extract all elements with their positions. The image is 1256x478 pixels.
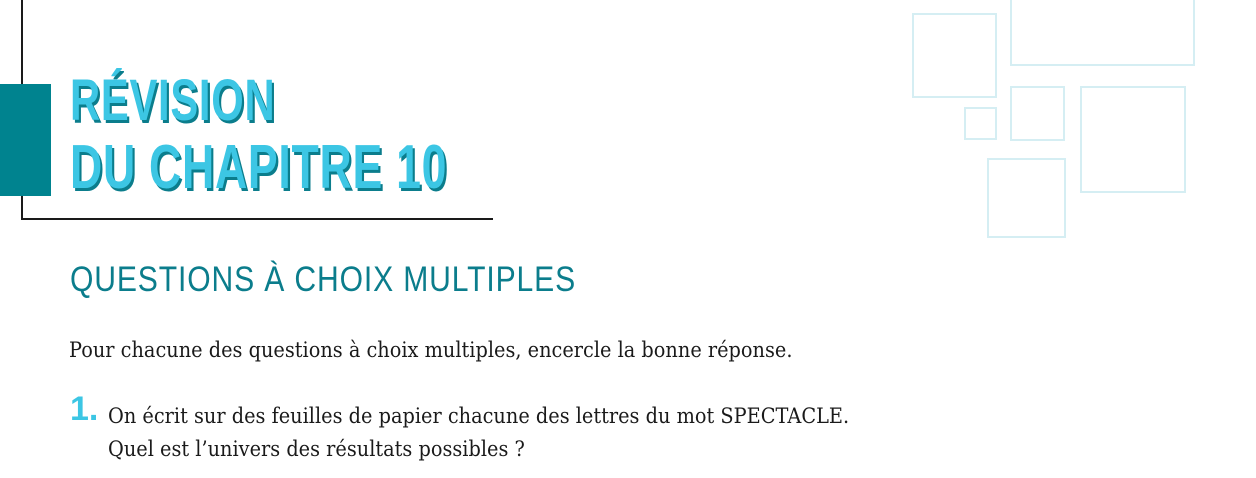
question-text-line-2: Quel est l’univers des résultats possibl…	[108, 437, 525, 461]
header-frame-horizontal-line	[21, 218, 493, 220]
chapter-title-line-2: DU CHAPITRE 10	[70, 133, 448, 202]
decor-square	[987, 158, 1066, 238]
question-text-line-1: On écrit sur des feuilles de papier chac…	[108, 404, 850, 428]
decor-square	[1080, 86, 1186, 193]
chapter-title-line-1: RÉVISION	[70, 68, 276, 133]
question-number: 1.	[70, 390, 99, 428]
decor-square	[964, 107, 997, 140]
section-heading: QUESTIONS À CHOIX MULTIPLES	[70, 260, 577, 299]
decor-square	[1010, 86, 1065, 141]
chapter-accent-tab	[0, 84, 51, 196]
decor-square	[1010, 0, 1195, 66]
decor-square	[912, 13, 997, 98]
instructions-text: Pour chacune des questions à choix multi…	[69, 338, 793, 362]
